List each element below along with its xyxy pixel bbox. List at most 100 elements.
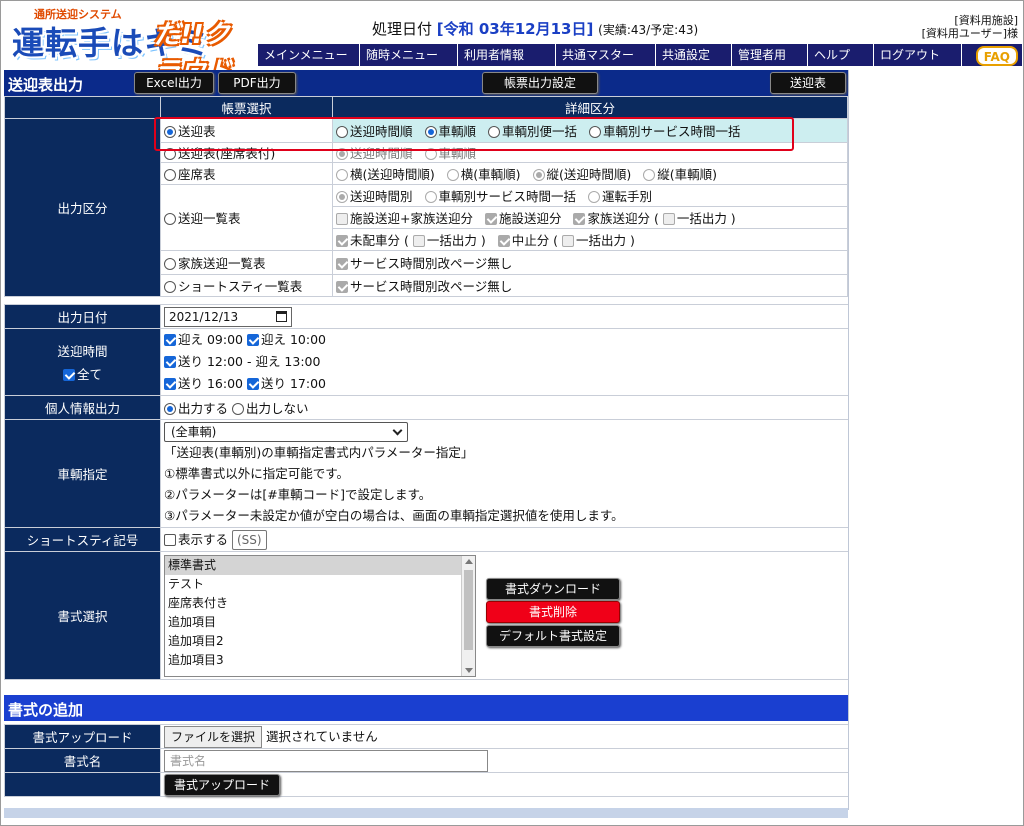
all-times-checkbox[interactable]: 全て xyxy=(8,364,157,383)
format-download-button[interactable]: 書式ダウンロード xyxy=(486,578,620,600)
label-vehicle: 車輌指定 xyxy=(4,419,161,528)
format-upload-button[interactable]: 書式アップロード xyxy=(164,773,280,796)
header-report-select: 帳票選択 xyxy=(160,96,333,119)
time-checkbox-0[interactable]: 迎え 09:00 xyxy=(164,332,243,347)
vehicle-select[interactable]: (全車輌) xyxy=(164,422,408,442)
chevron-down-icon xyxy=(392,425,403,436)
checkbox-icon xyxy=(336,258,348,270)
list-item[interactable]: 座席表付き xyxy=(165,594,475,613)
menu-adhoc[interactable]: 随時メニュー xyxy=(360,44,458,66)
report-option-r4[interactable]: 送迎一覧表 xyxy=(160,184,333,251)
radio-icon xyxy=(424,191,437,203)
time-checkboxes: 迎え 09:00 迎え 10:00 送り 12:00 - 迎え 13:00 送り… xyxy=(160,328,848,396)
app-logo[interactable]: 通所送迎システム 運転手はキミ だ!!クラウド xyxy=(4,6,254,87)
menu-common-settings[interactable]: 共通設定 xyxy=(656,44,732,66)
facility-name: [資料用施設] xyxy=(954,14,1018,27)
report-option-r3[interactable]: 座席表 xyxy=(160,162,333,185)
personal-output-yes[interactable]: 出力する xyxy=(164,401,228,416)
label-short-stay: ショートスティ記号 xyxy=(4,527,161,552)
radio-icon[interactable] xyxy=(164,403,176,415)
list-item[interactable]: テスト xyxy=(165,575,475,594)
format-delete-button[interactable]: 書式削除 xyxy=(486,601,620,623)
label-output-date: 出力日付 xyxy=(4,304,161,329)
radio-icon xyxy=(336,191,348,203)
menu-admin[interactable]: 管理者用 xyxy=(732,44,808,66)
default-format-button[interactable]: デフォルト書式設定 xyxy=(486,625,620,647)
list-item[interactable]: 標準書式 xyxy=(165,555,475,575)
report-option-r5[interactable]: 家族送迎一覧表 xyxy=(160,250,333,275)
radio-icon[interactable] xyxy=(164,281,176,293)
excel-export-button[interactable]: Excel出力 xyxy=(134,72,214,94)
checkbox-icon[interactable] xyxy=(164,378,176,390)
menu-common-master[interactable]: 共通マスター xyxy=(556,44,656,66)
scroll-up-icon[interactable] xyxy=(465,558,473,564)
detail-r6: サービス時間別改ページ無し xyxy=(332,274,848,297)
checkbox-icon xyxy=(484,213,497,225)
label-format-upload: 書式アップロード xyxy=(4,724,161,749)
short-stay-show-checkbox[interactable]: 表示する xyxy=(164,532,228,547)
time-checkbox-4[interactable]: 送り 17:00 xyxy=(246,376,326,391)
time-checkbox-2[interactable]: 送り 12:00 - 迎え 13:00 xyxy=(164,354,320,369)
menu-main[interactable]: メインメニュー xyxy=(258,44,360,66)
checkbox-icon xyxy=(412,235,425,247)
radio-icon[interactable] xyxy=(164,213,176,225)
detail-r4-line3: 未配車分 ( 一括出力 ) 中止分 ( 一括出力 ) xyxy=(332,228,848,251)
checkbox-icon xyxy=(336,235,348,247)
list-item[interactable]: 追加項目 xyxy=(165,613,475,632)
pdf-export-button[interactable]: PDF出力 xyxy=(218,72,296,94)
time-checkbox-3[interactable]: 送り 16:00 xyxy=(164,376,243,391)
radio-icon xyxy=(643,169,656,181)
checkbox-icon xyxy=(562,235,575,247)
time-checkbox-1[interactable]: 迎え 10:00 xyxy=(246,332,326,347)
detail-r5: サービス時間別改ページ無し xyxy=(332,250,848,275)
checkbox-icon[interactable] xyxy=(164,334,176,346)
settings-table: 出力日付 2021/12/13 送迎時間 全て 迎え 09:00 迎え 10:0… xyxy=(4,304,848,680)
detail-r4-line2: 施設送迎+家族送迎分 施設送迎分 家族送迎分 ( 一括出力 ) xyxy=(332,206,848,229)
detail-r4-line1: 送迎時間別 車輌別サービス時間一括 運転手別 xyxy=(332,184,848,207)
report-option-r6[interactable]: ショートスティ一覧表 xyxy=(160,274,333,297)
radio-icon xyxy=(446,169,459,181)
file-select-button[interactable]: ファイルを選択 xyxy=(164,725,263,748)
radio-icon[interactable] xyxy=(164,258,176,270)
pickup-sheet-button[interactable]: 送迎表 xyxy=(770,72,846,94)
list-item[interactable]: 追加項目3 xyxy=(165,651,475,670)
menu-user-info[interactable]: 利用者情報 xyxy=(458,44,556,66)
radio-icon[interactable] xyxy=(232,403,244,415)
file-status: 選択されていません xyxy=(266,728,378,744)
bottom-bar xyxy=(4,808,848,818)
right-pane xyxy=(848,70,1023,810)
radio-icon xyxy=(588,191,600,203)
checkbox-icon[interactable] xyxy=(62,369,75,381)
checkbox-icon[interactable] xyxy=(246,334,259,346)
menu-help[interactable]: ヘルプ xyxy=(808,44,874,66)
format-listbox[interactable]: 標準書式 テスト 座席表付き 追加項目 追加項目2 追加項目3 xyxy=(164,554,476,677)
proc-label: 処理日付 xyxy=(372,20,433,38)
page-title: 送迎表出力 xyxy=(8,76,84,94)
user-name: [資料用ユーザー]様 xyxy=(921,27,1018,40)
checkbox-icon xyxy=(497,235,510,247)
faq-button[interactable]: FAQ xyxy=(975,46,1018,66)
proc-date: [令和 03年12月13日] xyxy=(436,20,594,38)
user-info: [資料用施設] [資料用ユーザー]様 xyxy=(922,14,1018,40)
vehicle-note-3: ②パラメーターは[#車輌コード]で設定します。 xyxy=(164,487,432,502)
scrollbar[interactable] xyxy=(461,555,475,676)
menu-logout[interactable]: ログアウト xyxy=(874,44,962,66)
checkbox-icon[interactable] xyxy=(164,356,176,368)
proc-count: (実績:43/予定:43) xyxy=(598,23,699,37)
format-name-input[interactable]: 書式名 xyxy=(164,749,488,772)
checkbox-icon[interactable] xyxy=(246,378,259,390)
detail-r3: 横(送迎時間順) 横(車輌順) 縦(送迎時間順) 縦(車輌順) xyxy=(332,162,848,185)
label-personal-info: 個人情報出力 xyxy=(4,395,161,420)
add-format-header: 書式の追加 xyxy=(4,695,848,721)
checkbox-icon[interactable] xyxy=(164,534,176,546)
short-stay-code-input[interactable]: (SS) xyxy=(232,530,267,550)
list-item[interactable]: 追加項目2 xyxy=(165,632,475,651)
processing-date: 処理日付 [令和 03年12月13日] (実績:43/予定:43) xyxy=(372,18,698,39)
report-settings-button[interactable]: 帳票出力設定 xyxy=(482,72,598,94)
date-input[interactable]: 2021/12/13 xyxy=(164,306,292,327)
radio-icon[interactable] xyxy=(164,169,176,181)
checkbox-icon xyxy=(336,213,348,225)
scroll-down-icon[interactable] xyxy=(465,667,473,673)
calendar-icon[interactable] xyxy=(276,310,287,322)
personal-output-no[interactable]: 出力しない xyxy=(232,401,309,416)
